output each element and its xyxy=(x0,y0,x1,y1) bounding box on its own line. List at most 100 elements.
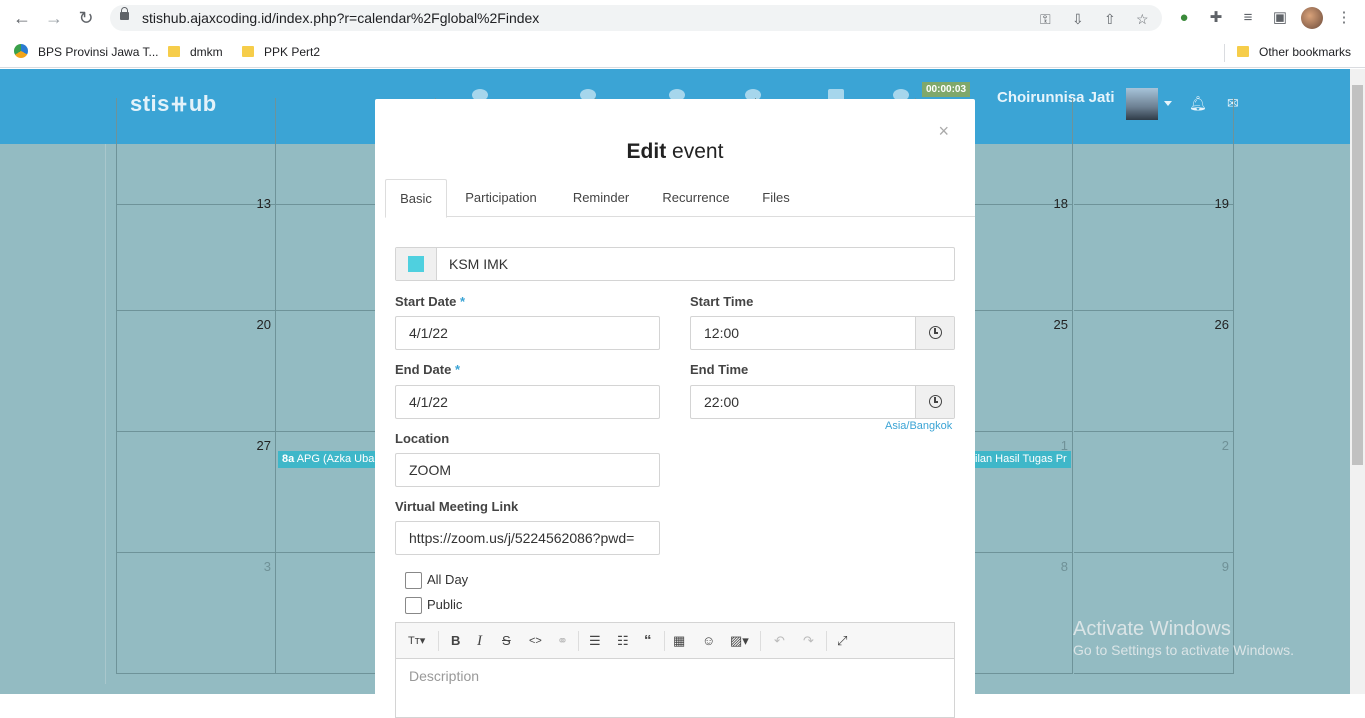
start-time-input[interactable]: 12:00 xyxy=(690,316,955,350)
emoji-icon[interactable]: ☺ xyxy=(702,632,715,650)
toolbar-divider xyxy=(664,631,665,651)
browser-toolbar: ← → ↻ stishub.ajaxcoding.id/index.php?r=… xyxy=(0,0,1365,36)
location-input[interactable]: ZOOM xyxy=(395,453,660,487)
quote-icon[interactable]: “ xyxy=(644,632,652,650)
public-checkbox-row[interactable]: Public xyxy=(405,596,462,615)
strikethrough-icon[interactable]: S xyxy=(502,632,511,650)
day-number: 3 xyxy=(263,559,271,574)
kebab-menu-icon[interactable]: ⋮ xyxy=(1334,8,1354,28)
meeting-link-input[interactable]: https://zoom.us/j/5224562086?pwd= xyxy=(395,521,660,555)
calendar-day-cell[interactable]: 27 xyxy=(116,432,276,553)
redo-icon[interactable]: ↷ xyxy=(803,632,814,650)
all-day-checkbox[interactable] xyxy=(405,572,422,590)
event-time: 8a xyxy=(282,453,295,465)
day-number: 9 xyxy=(1221,559,1229,574)
italic-icon[interactable]: I xyxy=(477,632,482,650)
table-icon[interactable]: ▦ xyxy=(673,632,685,650)
bookmark-bps[interactable]: BPS Provinsi Jawa T... xyxy=(14,43,159,61)
required-marker: * xyxy=(460,294,466,309)
bookmark-label: PPK Pert2 xyxy=(264,45,321,59)
bookmarks-divider xyxy=(1224,44,1225,62)
tab-participation[interactable]: Participation xyxy=(459,179,543,217)
extensions-puzzle-icon[interactable]: ✚ xyxy=(1206,8,1226,28)
reload-icon[interactable]: ↻ xyxy=(76,8,96,28)
side-panel-icon[interactable]: ▣ xyxy=(1270,8,1290,28)
color-picker-button[interactable] xyxy=(396,248,437,280)
description-placeholder: Description xyxy=(409,668,480,684)
public-checkbox[interactable] xyxy=(405,597,422,615)
image-icon[interactable]: ▨▾ xyxy=(730,632,749,650)
modal-tabs: Basic Participation Reminder Recurrence … xyxy=(385,179,975,218)
calendar-day-cell[interactable]: 20 xyxy=(116,311,276,432)
calendar-day-cell[interactable]: 13 xyxy=(116,190,276,311)
calendar-day-cell[interactable] xyxy=(116,98,276,205)
end-time-picker-button[interactable] xyxy=(915,386,954,418)
bold-icon[interactable]: B xyxy=(451,632,460,650)
calendar-day-cell[interactable]: 3 xyxy=(116,553,276,674)
calendar-day-cell[interactable]: 26 xyxy=(1074,311,1234,432)
day-number: 8 xyxy=(1060,559,1068,574)
tab-files[interactable]: Files xyxy=(759,179,793,217)
start-date-label: Start Date * xyxy=(395,294,465,309)
forward-icon[interactable]: → xyxy=(44,8,64,28)
day-number: 2 xyxy=(1221,438,1229,453)
install-icon[interactable]: ⇩ xyxy=(1072,11,1084,28)
clock-icon xyxy=(929,326,942,339)
event-title: ilan Hasil Tugas Pr xyxy=(975,453,1067,465)
close-icon[interactable]: × xyxy=(938,121,949,142)
required-marker: * xyxy=(454,362,461,377)
clock-icon xyxy=(929,395,942,408)
calendar-event[interactable]: 8a APG (Azka Ubai xyxy=(278,451,380,468)
day-number: 20 xyxy=(256,317,271,332)
bookmark-ppk[interactable]: PPK Pert2 xyxy=(242,43,320,61)
all-day-checkbox-row[interactable]: All Day xyxy=(405,571,468,590)
extension-globe-icon[interactable]: ● xyxy=(1174,8,1194,28)
windows-watermark-subtitle: Go to Settings to activate Windows. xyxy=(1073,642,1294,658)
folder-icon xyxy=(1237,46,1249,57)
share-icon[interactable]: ⇧ xyxy=(1104,11,1116,28)
calendar-day-cell[interactable] xyxy=(1074,98,1234,205)
numbered-list-icon[interactable]: ☷ xyxy=(617,632,629,650)
code-icon[interactable]: <> xyxy=(529,632,542,650)
bullet-list-icon[interactable]: ☰ xyxy=(589,632,601,650)
end-time-input[interactable]: 22:00 xyxy=(690,385,955,419)
event-title-row: KSM IMK xyxy=(395,247,955,281)
end-date-label-text: End Date xyxy=(395,362,452,377)
folder-icon xyxy=(168,46,180,57)
end-time-label: End Time xyxy=(690,362,749,377)
calendar-day-cell[interactable]: 2 xyxy=(1074,432,1234,553)
toolbar-divider xyxy=(438,631,439,651)
bookmark-label: Other bookmarks xyxy=(1259,45,1352,59)
start-time-picker-button[interactable] xyxy=(915,317,954,349)
bookmark-dmkm[interactable]: dmkm xyxy=(168,43,223,61)
calendar-day-cell[interactable]: 19 xyxy=(1074,190,1234,311)
bookmarks-bar: BPS Provinsi Jawa T... dmkm PPK Pert2 Ot… xyxy=(0,36,1365,68)
lock-icon xyxy=(120,7,129,20)
calendar-event[interactable]: ilan Hasil Tugas Pr xyxy=(975,451,1071,468)
bookmark-star-icon[interactable]: ☆ xyxy=(1136,11,1149,28)
scrollbar-thumb[interactable] xyxy=(1352,85,1363,465)
back-icon[interactable]: ← xyxy=(12,8,32,28)
text-size-icon[interactable]: Tт▾ xyxy=(408,632,425,650)
bookmark-other[interactable]: Other bookmarks xyxy=(1237,43,1351,61)
tab-reminder[interactable]: Reminder xyxy=(568,179,634,217)
media-control-icon[interactable]: ≡ xyxy=(1238,8,1258,28)
description-editor[interactable]: Description xyxy=(395,658,955,718)
start-time-value: 12:00 xyxy=(704,325,740,341)
fullscreen-icon[interactable]: ⤢ xyxy=(837,632,847,650)
timezone-link[interactable]: Asia/Bangkok xyxy=(885,420,952,432)
tab-basic[interactable]: Basic xyxy=(385,179,447,218)
bps-favicon-icon xyxy=(14,44,28,58)
bookmark-label: BPS Provinsi Jawa T... xyxy=(38,45,159,59)
page-scrollbar[interactable] xyxy=(1350,69,1365,694)
meeting-link-label: Virtual Meeting Link xyxy=(395,499,519,514)
end-date-input[interactable]: 4/1/22 xyxy=(395,385,660,419)
key-icon[interactable]: ⚿ xyxy=(1040,11,1051,28)
tab-recurrence[interactable]: Recurrence xyxy=(661,179,731,217)
event-title-input[interactable]: KSM IMK xyxy=(449,256,508,272)
start-date-input[interactable]: 4/1/22 xyxy=(395,316,660,350)
profile-avatar[interactable] xyxy=(1301,7,1323,29)
undo-icon[interactable]: ↶ xyxy=(774,632,785,650)
link-icon[interactable]: ⚭ xyxy=(557,632,568,650)
address-bar[interactable]: stishub.ajaxcoding.id/index.php?r=calend… xyxy=(110,5,1162,31)
